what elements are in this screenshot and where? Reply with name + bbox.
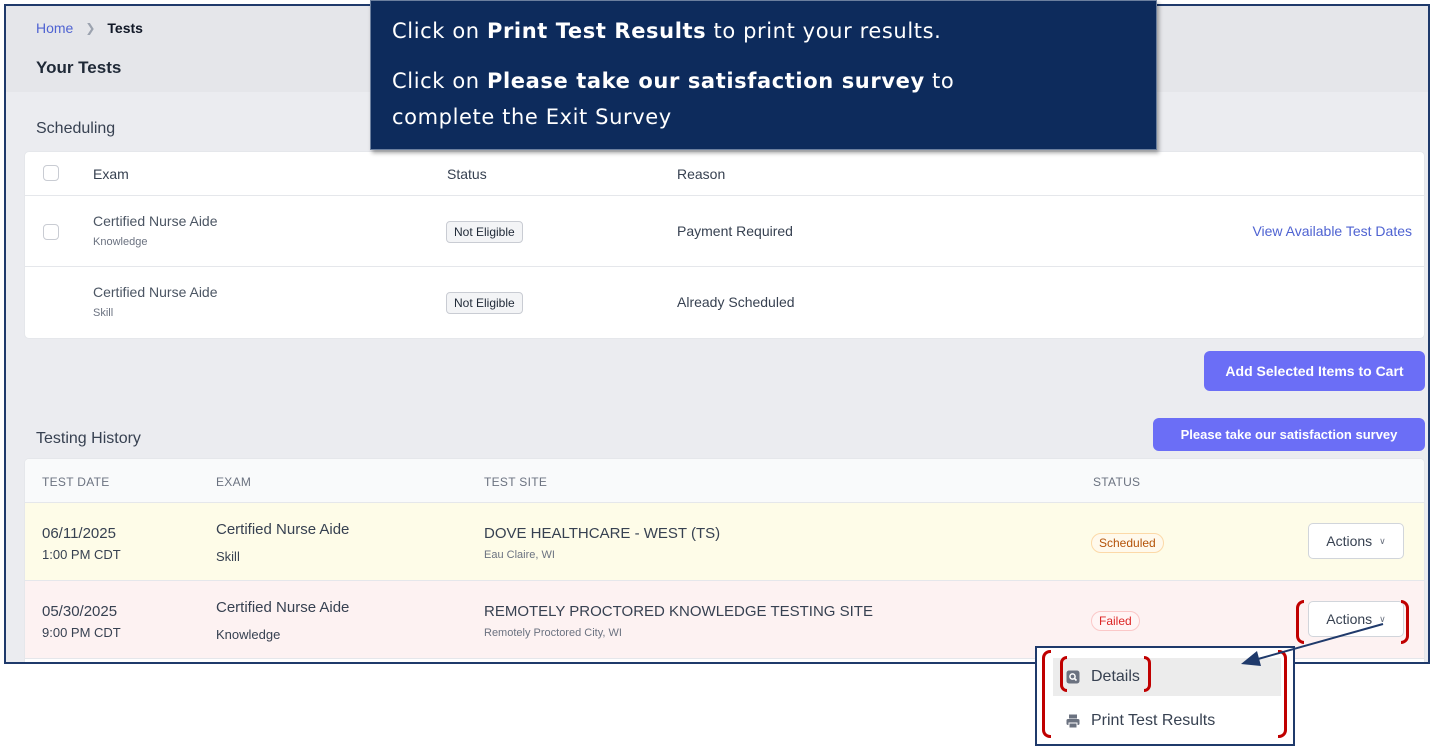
- testing-history-title: Testing History: [36, 430, 141, 447]
- actions-label: Actions: [1326, 611, 1373, 627]
- test-site-location: Eau Claire, WI: [484, 549, 555, 561]
- highlight-bracket-right: [1144, 656, 1151, 692]
- menu-item-details[interactable]: Details: [1053, 658, 1281, 696]
- printer-icon: [1065, 713, 1081, 729]
- history-row: 06/11/2025 1:00 PM CDT Certified Nurse A…: [25, 503, 1424, 581]
- highlight-bracket-left: [1060, 656, 1067, 692]
- testing-history-table: TEST DATE EXAM TEST SITE STATUS 06/11/20…: [24, 458, 1425, 662]
- breadcrumb-current: Tests: [107, 20, 143, 36]
- callout-line-exit: complete the Exit Survey: [392, 105, 672, 129]
- highlight-bracket-left: [1296, 600, 1304, 644]
- menu-item-label: Print Test Results: [1091, 712, 1216, 729]
- highlight-bracket-right: [1401, 600, 1409, 644]
- test-site-name: REMOTELY PROCTORED KNOWLEDGE TESTING SIT…: [484, 603, 873, 620]
- scheduling-table: Exam Status Reason Certified Nurse Aide …: [24, 151, 1425, 339]
- highlight-bracket-right: [1278, 650, 1287, 738]
- menu-item-label: Details: [1091, 668, 1140, 685]
- exam-name: Certified Nurse Aide: [93, 284, 218, 300]
- exam-type: Knowledge: [93, 236, 148, 248]
- satisfaction-survey-button[interactable]: Please take our satisfaction survey: [1153, 418, 1425, 451]
- actions-dropdown-menu: Details Print Test Results: [1035, 646, 1295, 746]
- callout-line-survey: Click on Please take our satisfaction su…: [392, 69, 955, 93]
- col-exam-header: Exam: [93, 166, 129, 182]
- exam-name: Certified Nurse Aide: [216, 599, 350, 616]
- scheduling-header-row: Exam Status Reason: [25, 152, 1424, 196]
- test-date: 06/11/2025: [42, 525, 116, 542]
- col-reason-header: Reason: [677, 166, 726, 182]
- history-header-row: TEST DATE EXAM TEST SITE STATUS: [25, 459, 1424, 503]
- status-badge: Not Eligible: [446, 221, 523, 243]
- chevron-down-icon: ∨: [1379, 535, 1386, 546]
- exam-type: Knowledge: [216, 627, 281, 642]
- actions-dropdown-button[interactable]: Actions ∨: [1308, 523, 1404, 559]
- reason-text: Payment Required: [677, 223, 793, 239]
- page-title: Your Tests: [36, 58, 122, 77]
- row-checkbox[interactable]: [43, 224, 59, 240]
- scheduling-row: Certified Nurse Aide Skill Not Eligible …: [25, 267, 1424, 338]
- test-site-name: DOVE HEALTHCARE - WEST (TS): [484, 525, 721, 542]
- test-time: 1:00 PM CDT: [42, 547, 121, 562]
- status-badge: Not Eligible: [446, 292, 523, 314]
- details-icon: [1065, 669, 1081, 685]
- status-badge: Failed: [1091, 611, 1140, 631]
- exam-type: Skill: [93, 307, 114, 319]
- exam-name: Certified Nurse Aide: [93, 213, 218, 229]
- col-status-header: STATUS: [1093, 475, 1141, 489]
- chevron-down-icon: ∨: [1379, 613, 1386, 624]
- breadcrumb: Home ❯ Tests: [36, 20, 143, 36]
- scheduling-title: Scheduling: [36, 120, 116, 137]
- reason-text: Already Scheduled: [677, 294, 795, 310]
- col-test-date-header: TEST DATE: [42, 475, 110, 489]
- exam-type: Skill: [216, 549, 240, 564]
- add-to-cart-button[interactable]: Add Selected Items to Cart: [1204, 351, 1425, 391]
- col-test-site-header: TEST SITE: [484, 475, 548, 489]
- callout-line-print: Click on Print Test Results to print you…: [392, 19, 942, 43]
- actions-label: Actions: [1326, 533, 1373, 549]
- chevron-right-icon: ❯: [85, 21, 96, 35]
- exam-name: Certified Nurse Aide: [216, 521, 350, 538]
- scheduling-row: Certified Nurse Aide Knowledge Not Eligi…: [25, 196, 1424, 267]
- test-site-location: Remotely Proctored City, WI: [484, 627, 622, 639]
- select-all-checkbox[interactable]: [43, 165, 59, 181]
- view-test-dates-link[interactable]: View Available Test Dates: [1252, 223, 1412, 239]
- col-status-header: Status: [447, 166, 487, 182]
- test-date: 05/30/2025: [42, 603, 118, 620]
- instruction-callout: Click on Print Test Results to print you…: [370, 0, 1157, 150]
- breadcrumb-home-link[interactable]: Home: [36, 20, 73, 36]
- test-time: 9:00 PM CDT: [42, 625, 121, 640]
- col-exam-header: EXAM: [216, 475, 252, 489]
- status-badge: Scheduled: [1091, 533, 1164, 553]
- actions-dropdown-button[interactable]: Actions ∨: [1308, 601, 1404, 637]
- menu-item-print-test-results[interactable]: Print Test Results: [1053, 702, 1281, 740]
- highlight-bracket-left: [1042, 650, 1051, 738]
